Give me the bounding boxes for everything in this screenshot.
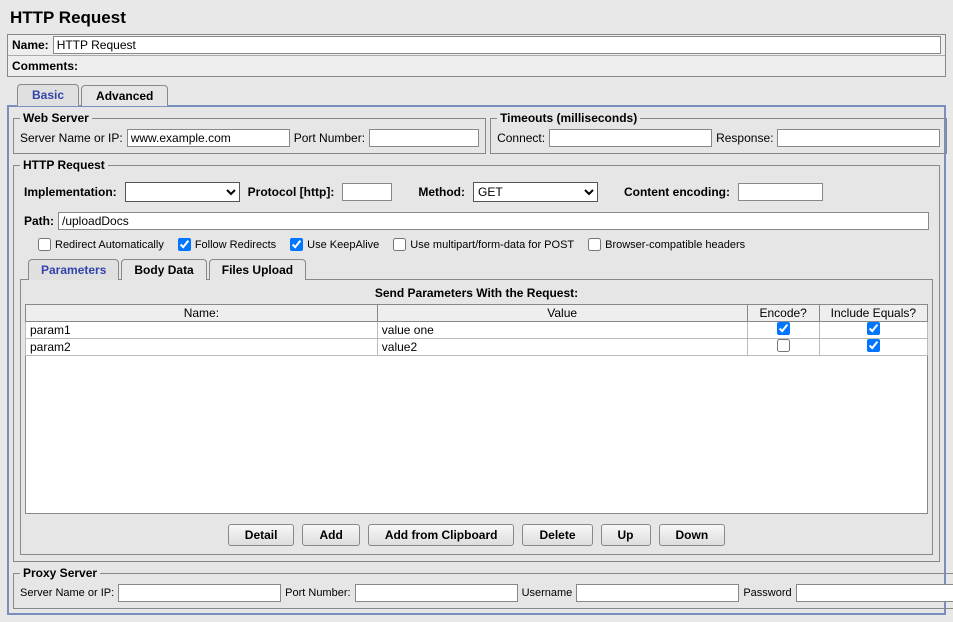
add-from-clipboard-button[interactable]: Add from Clipboard xyxy=(368,524,515,546)
down-button[interactable]: Down xyxy=(659,524,726,546)
response-field[interactable] xyxy=(777,129,940,147)
include-equals-check[interactable] xyxy=(867,339,880,352)
keepalive-label: Use KeepAlive xyxy=(307,239,379,251)
table-row[interactable]: param2 value2 xyxy=(26,339,928,356)
cell-name[interactable]: param1 xyxy=(26,322,378,339)
redirect-auto-check[interactable]: Redirect Automatically xyxy=(38,238,164,251)
cell-include-equals[interactable] xyxy=(819,322,927,339)
multipart-label: Use multipart/form-data for POST xyxy=(410,239,574,251)
multipart-check[interactable]: Use multipart/form-data for POST xyxy=(393,238,574,251)
page-title: HTTP Request xyxy=(10,8,949,28)
tab-files-upload[interactable]: Files Upload xyxy=(209,259,306,280)
parameters-table[interactable]: Name: Value Encode? Include Equals? para… xyxy=(25,304,928,356)
parameters-buttons: Detail Add Add from Clipboard Delete Up … xyxy=(25,514,928,550)
implementation-label: Implementation: xyxy=(24,185,117,199)
proxy-port-field[interactable] xyxy=(355,584,518,602)
main-tab-strip: Basic Advanced xyxy=(7,83,946,105)
tab-parameters[interactable]: Parameters xyxy=(28,259,119,280)
port-label: Port Number: xyxy=(294,131,365,145)
path-label: Path: xyxy=(24,214,54,228)
cell-encode[interactable] xyxy=(747,339,819,356)
server-port-field[interactable] xyxy=(369,129,479,147)
proxy-password-field[interactable] xyxy=(796,584,953,602)
timeouts-group: Timeouts (milliseconds) Connect: Respons… xyxy=(490,111,947,154)
tab-advanced[interactable]: Advanced xyxy=(81,85,168,106)
method-label: Method: xyxy=(418,185,465,199)
http-request-legend: HTTP Request xyxy=(20,158,108,172)
server-name-label: Server Name or IP: xyxy=(20,131,123,145)
encoding-field[interactable] xyxy=(738,183,823,201)
follow-redirects-box[interactable] xyxy=(178,238,191,251)
cell-value[interactable]: value one xyxy=(377,322,747,339)
name-label: Name: xyxy=(12,38,49,52)
follow-redirects-check[interactable]: Follow Redirects xyxy=(178,238,276,251)
proxy-username-field[interactable] xyxy=(576,584,739,602)
proxy-password-label: Password xyxy=(743,587,791,599)
cell-include-equals[interactable] xyxy=(819,339,927,356)
comments-label: Comments: xyxy=(12,59,78,73)
col-include-equals[interactable]: Include Equals? xyxy=(819,305,927,322)
browser-compat-box[interactable] xyxy=(588,238,601,251)
web-server-group: Web Server Server Name or IP: Port Numbe… xyxy=(13,111,486,154)
basic-panel: Web Server Server Name or IP: Port Numbe… xyxy=(7,105,946,615)
proxy-server-label: Server Name or IP: xyxy=(20,587,114,599)
include-equals-check[interactable] xyxy=(867,322,880,335)
comments-field[interactable] xyxy=(82,57,941,75)
table-row[interactable]: param1 value one xyxy=(26,322,928,339)
follow-redirects-label: Follow Redirects xyxy=(195,239,276,251)
cell-encode[interactable] xyxy=(747,322,819,339)
proxy-port-label: Port Number: xyxy=(285,587,350,599)
browser-compat-check[interactable]: Browser-compatible headers xyxy=(588,238,745,251)
browser-compat-label: Browser-compatible headers xyxy=(605,239,745,251)
redirect-auto-box[interactable] xyxy=(38,238,51,251)
cell-value[interactable]: value2 xyxy=(377,339,747,356)
method-select[interactable]: GET xyxy=(473,182,598,202)
parameters-title: Send Parameters With the Request: xyxy=(25,286,928,300)
keepalive-box[interactable] xyxy=(290,238,303,251)
protocol-label: Protocol [http]: xyxy=(248,185,335,199)
table-empty-area[interactable] xyxy=(25,356,928,514)
implementation-select[interactable] xyxy=(125,182,240,202)
col-name[interactable]: Name: xyxy=(26,305,378,322)
http-request-group: HTTP Request Implementation: Protocol [h… xyxy=(13,158,940,562)
tab-basic[interactable]: Basic xyxy=(17,84,79,106)
encode-check[interactable] xyxy=(777,339,790,352)
web-server-legend: Web Server xyxy=(20,111,92,125)
name-comments-box: Name: Comments: xyxy=(7,34,946,77)
server-name-field[interactable] xyxy=(127,129,290,147)
up-button[interactable]: Up xyxy=(601,524,651,546)
name-field[interactable] xyxy=(53,36,941,54)
col-encode[interactable]: Encode? xyxy=(747,305,819,322)
delete-button[interactable]: Delete xyxy=(522,524,592,546)
proxy-username-label: Username xyxy=(522,587,573,599)
inner-tab-strip: Parameters Body Data Files Upload xyxy=(20,259,933,280)
encode-check[interactable] xyxy=(777,322,790,335)
add-button[interactable]: Add xyxy=(302,524,359,546)
tab-body-data[interactable]: Body Data xyxy=(121,259,206,280)
detail-button[interactable]: Detail xyxy=(228,524,295,546)
proxy-legend: Proxy Server xyxy=(20,566,100,580)
proxy-server-field[interactable] xyxy=(118,584,281,602)
protocol-field[interactable] xyxy=(342,183,392,201)
connect-field[interactable] xyxy=(549,129,712,147)
proxy-server-group: Proxy Server Server Name or IP: Port Num… xyxy=(13,566,953,609)
cell-name[interactable]: param2 xyxy=(26,339,378,356)
connect-label: Connect: xyxy=(497,131,545,145)
encoding-label: Content encoding: xyxy=(624,185,730,199)
multipart-box[interactable] xyxy=(393,238,406,251)
path-field[interactable] xyxy=(58,212,929,230)
keepalive-check[interactable]: Use KeepAlive xyxy=(290,238,379,251)
redirect-auto-label: Redirect Automatically xyxy=(55,239,164,251)
timeouts-legend: Timeouts (milliseconds) xyxy=(497,111,640,125)
response-label: Response: xyxy=(716,131,773,145)
parameters-panel: Send Parameters With the Request: Name: … xyxy=(20,279,933,555)
col-value[interactable]: Value xyxy=(377,305,747,322)
